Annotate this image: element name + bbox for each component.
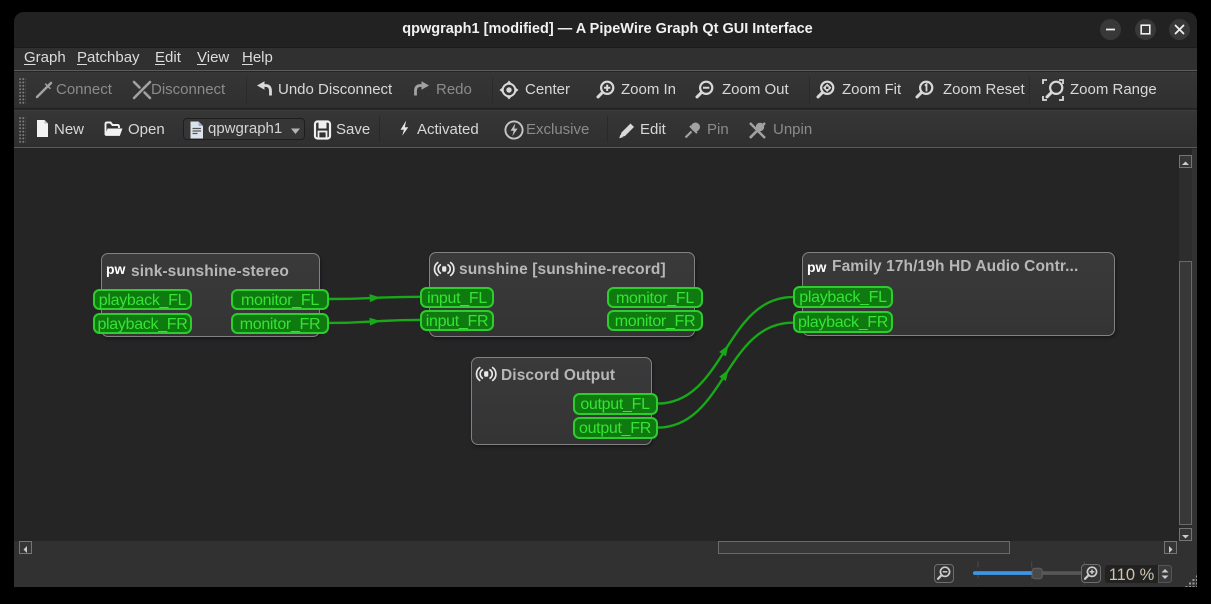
- svg-text:pw: pw: [106, 261, 126, 277]
- svg-text:pw: pw: [807, 259, 827, 275]
